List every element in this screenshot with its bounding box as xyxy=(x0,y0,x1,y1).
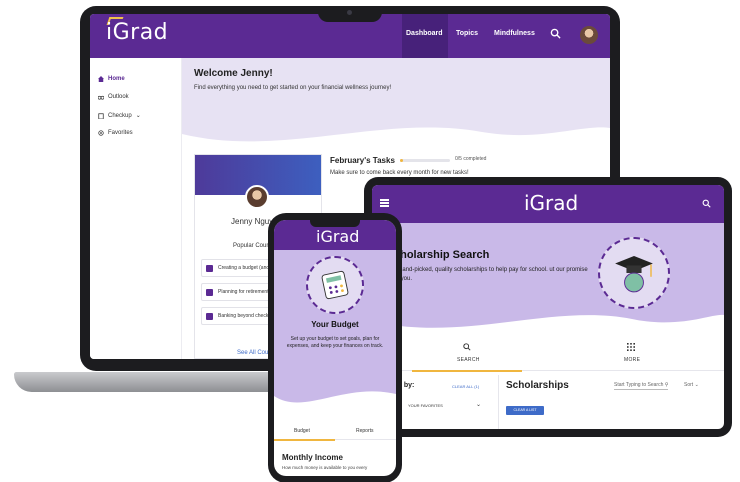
scholarship-search-title: cholarship Search xyxy=(394,249,490,261)
sidebar-item-label: Favorites xyxy=(108,130,133,136)
active-tab-underline xyxy=(412,370,522,372)
active-tab-underline xyxy=(274,439,335,441)
app-logo[interactable]: iGrad xyxy=(106,20,168,45)
tab-reports[interactable]: Reports xyxy=(356,428,374,434)
hero-wave-decoration xyxy=(274,391,396,416)
app-logo[interactable]: iGrad xyxy=(316,227,359,246)
user-avatar[interactable] xyxy=(580,26,598,44)
column-divider xyxy=(498,375,499,429)
scholarship-search-input[interactable]: Start Typing to Search ⚲ xyxy=(614,382,669,390)
sidebar-item-label: Checkup xyxy=(108,112,132,119)
sidebar-item-outlook[interactable]: Outlook xyxy=(98,94,129,100)
device-mockup-stage: iGrad Dashboard Topics Mindfulness Home … xyxy=(0,0,740,482)
budget-subtitle: Set up your budget to set goals, plan fo… xyxy=(286,336,384,349)
tablet-nav-bar: iGrad xyxy=(372,185,724,223)
course-label: Planning for retirement xyxy=(218,289,269,295)
scholarship-search-subtitle: d hand-picked, quality scholarships to h… xyxy=(394,267,588,282)
search-icon: ⚲ xyxy=(664,382,669,388)
laptop-camera-icon xyxy=(347,10,352,15)
tab-more[interactable]: MORE xyxy=(624,357,640,363)
search-tab-icon xyxy=(463,343,471,351)
sort-dropdown[interactable]: Sort ⌄ xyxy=(684,382,699,388)
tab-search[interactable]: SEARCH xyxy=(457,357,480,363)
home-icon xyxy=(98,76,104,82)
sidebar-item-home[interactable]: Home xyxy=(98,76,125,82)
hero-wave-decoration xyxy=(182,127,610,158)
graduation-globe-illustration xyxy=(598,237,670,309)
monthly-income-subtitle: How much money is available to you every xyxy=(282,465,368,470)
tasks-progress-fill xyxy=(400,159,403,162)
calculator-icon xyxy=(321,270,349,300)
clipboard-icon xyxy=(98,112,104,119)
grid-menu-icon xyxy=(627,343,635,351)
course-label: Banking beyond check xyxy=(218,313,269,319)
bank-icon xyxy=(206,313,213,320)
chevron-down-icon[interactable]: ⌄ xyxy=(476,401,481,408)
calculator-illustration xyxy=(306,256,364,314)
sidebar-item-label: Outlook xyxy=(108,94,129,100)
nav-link-dashboard[interactable]: Dashboard xyxy=(406,30,443,37)
scholarships-heading: Scholarships xyxy=(506,380,569,391)
welcome-subtitle: Find everything you need to get started … xyxy=(194,85,392,91)
sidebar-item-favorites[interactable]: Favorites xyxy=(98,130,133,136)
profile-avatar xyxy=(245,185,269,209)
tasks-progress-bar xyxy=(400,159,450,162)
course-label: Creating a budget (and xyxy=(218,265,270,271)
phone-tabs xyxy=(274,418,396,440)
phone-notch xyxy=(310,219,360,227)
tasks-subtitle: Make sure to come back every month for n… xyxy=(330,170,469,176)
tasks-title: February's Tasks xyxy=(330,156,395,165)
chevron-down-icon: ⌄ xyxy=(135,113,141,119)
welcome-title: Welcome Jenny! xyxy=(194,68,273,79)
binoculars-icon xyxy=(98,95,104,100)
clear-all-link[interactable]: CLEAR ALL (1) xyxy=(452,384,479,389)
chevron-down-icon: ⌄ xyxy=(694,382,699,388)
favorites-icon xyxy=(98,130,104,136)
phone-screen: iGrad Your Budget Set up your budget to … xyxy=(274,220,396,476)
sidebar-item-label: Home xyxy=(108,76,125,82)
nav-link-topics[interactable]: Topics xyxy=(456,30,478,37)
tablet-screen: iGrad cholarship Search d hand-picked, q… xyxy=(372,185,724,429)
sidebar-item-checkup[interactable]: Checkup ⌄ xyxy=(98,112,141,119)
app-logo[interactable]: iGrad xyxy=(524,191,578,215)
clear-list-button[interactable]: CLEAR A LIST xyxy=(506,406,544,415)
search-icon[interactable] xyxy=(702,199,711,208)
tasks-status: 0/5 completed xyxy=(455,156,487,162)
nav-link-mindfulness[interactable]: Mindfulness xyxy=(494,30,535,37)
search-placeholder: Start Typing to Search xyxy=(614,382,664,388)
sidebar: Home Outlook Checkup ⌄ Favorites xyxy=(90,58,182,359)
tab-budget[interactable]: Budget xyxy=(294,428,310,434)
tablet-tabs xyxy=(372,335,724,371)
monthly-income-heading: Monthly Income xyxy=(282,453,343,462)
favorites-filter[interactable]: YOUR FAVORITES xyxy=(408,403,443,408)
budget-icon xyxy=(206,265,213,272)
hamburger-menu-icon[interactable] xyxy=(380,199,389,207)
graduation-cap-icon xyxy=(615,256,653,293)
person-icon xyxy=(206,289,213,296)
search-icon[interactable] xyxy=(550,28,561,39)
budget-title: Your Budget xyxy=(311,320,359,329)
sort-label: Sort xyxy=(684,382,694,388)
